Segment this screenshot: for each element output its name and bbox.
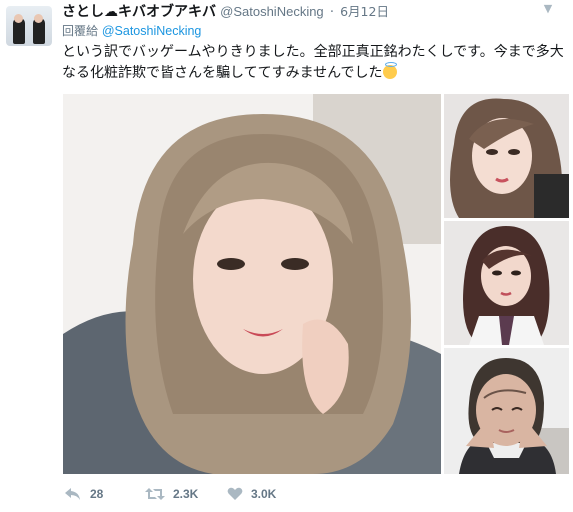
reply-label: 回覆給 [62,24,99,38]
heart-icon [227,487,243,500]
like-count: 3.0K [251,487,277,501]
photo-middle-image [444,221,569,345]
like-button[interactable]: 3.0K [227,481,276,507]
smiling-face-with-halo-emoji [383,62,398,79]
tweet-date[interactable]: 6月12日 [340,4,389,19]
avatar[interactable] [6,6,52,46]
photo-bottom-image [444,348,569,474]
main-photo-image [63,94,441,474]
tweet-header: さとし☁キバオブアキバ @SatoshiNecking · 6月12日 [62,1,389,21]
reply-icon [65,488,80,500]
photo-middle[interactable] [444,221,569,345]
retweet-count: 2.3K [173,487,199,501]
user-handle[interactable]: @SatoshiNecking [220,4,324,19]
main-photo[interactable] [63,94,441,474]
photo-top[interactable] [444,94,569,218]
header-separator: · [329,5,334,20]
retweet-icon [145,488,165,500]
photo-bottom[interactable] [444,348,569,474]
tweet: さとし☁キバオブアキバ @SatoshiNecking · 6月12日 ▼ 回覆… [0,0,573,512]
tweet-text: という訳でバッゲームやりきりました。全部正真正銘わたくしです。今まで多大なる化粧… [62,42,568,84]
avatar-head-left [14,14,23,23]
reply-handle-link[interactable]: @SatoshiNecking [102,24,202,38]
tweet-text-body: という訳でバッゲームやりきりました。全部正真正銘わたくしです。今まで多大なる化粧… [62,44,564,81]
retweet-button[interactable]: 2.3K [145,481,198,507]
chevron-down-icon[interactable]: ▼ [541,3,555,14]
reply-button[interactable]: 28 [64,481,103,507]
photo-top-image [444,94,569,218]
display-name[interactable]: さとし☁キバオブアキバ [62,4,216,20]
reply-count: 28 [90,487,104,501]
reply-context: 回覆給 @SatoshiNecking [62,22,201,39]
avatar-head-right [34,14,43,23]
tweet-actions: 28 2.3K 3.0K [62,481,562,507]
